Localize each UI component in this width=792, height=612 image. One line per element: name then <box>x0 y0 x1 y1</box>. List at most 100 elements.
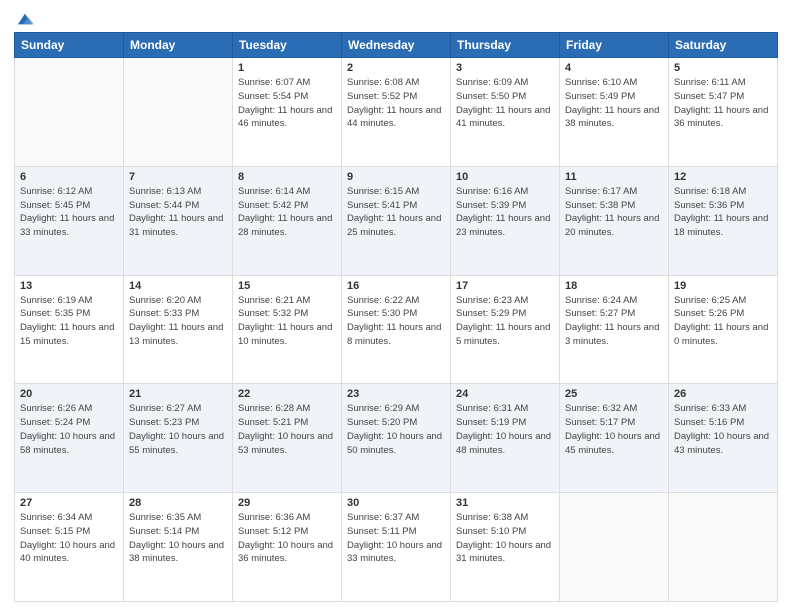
logo-icon <box>16 10 34 28</box>
day-number: 28 <box>129 497 227 509</box>
day-cell: 29 Sunrise: 6:36 AMSunset: 5:12 PMDayligh… <box>233 493 342 602</box>
day-number: 5 <box>674 62 772 74</box>
day-cell: 17 Sunrise: 6:23 AMSunset: 5:29 PMDayligh… <box>451 275 560 384</box>
day-number: 10 <box>456 171 554 183</box>
day-number: 4 <box>565 62 663 74</box>
weekday-header-wednesday: Wednesday <box>342 33 451 58</box>
day-info: Sunrise: 6:35 AMSunset: 5:14 PMDaylight:… <box>129 511 227 566</box>
day-cell: 12Sunrise: 6:18 AMSunset: 5:36 PMDayligh… <box>669 166 778 275</box>
day-number: 17 <box>456 280 554 292</box>
day-cell <box>560 493 669 602</box>
day-number: 1 <box>238 62 336 74</box>
week-row-4: 20Sunrise: 6:26 AMSunset: 5:24 PMDayligh… <box>15 384 778 493</box>
day-cell: 21 Sunrise: 6:27 AMSunset: 5:23 PMDayligh… <box>124 384 233 493</box>
day-cell: 19 Sunrise: 6:25 AMSunset: 5:26 PMDayligh… <box>669 275 778 384</box>
day-number: 19 <box>674 280 772 292</box>
day-number: 30 <box>347 497 445 509</box>
day-info: Sunrise: 6:11 AMSunset: 5:47 PMDaylight:… <box>674 76 772 131</box>
day-cell: 25 Sunrise: 6:32 AMSunset: 5:17 PMDayligh… <box>560 384 669 493</box>
week-row-2: 6 Sunrise: 6:12 AMSunset: 5:45 PMDaylight… <box>15 166 778 275</box>
day-cell <box>669 493 778 602</box>
day-cell: 27Sunrise: 6:34 AMSunset: 5:15 PMDayligh… <box>15 493 124 602</box>
day-number: 24 <box>456 388 554 400</box>
day-info: Sunrise: 6:27 AMSunset: 5:23 PMDaylight:… <box>129 402 227 457</box>
day-cell: 1Sunrise: 6:07 AMSunset: 5:54 PMDaylight… <box>233 58 342 167</box>
day-number: 6 <box>20 171 118 183</box>
day-number: 21 <box>129 388 227 400</box>
day-number: 25 <box>565 388 663 400</box>
week-row-1: 1Sunrise: 6:07 AMSunset: 5:54 PMDaylight… <box>15 58 778 167</box>
day-info: Sunrise: 6:21 AMSunset: 5:32 PMDaylight:… <box>238 294 336 349</box>
day-info: Sunrise: 6:31 AMSunset: 5:19 PMDaylight:… <box>456 402 554 457</box>
day-info: Sunrise: 6:19 AMSunset: 5:35 PMDaylight:… <box>20 294 118 349</box>
day-number: 15 <box>238 280 336 292</box>
day-cell: 26 Sunrise: 6:33 AMSunset: 5:16 PMDayligh… <box>669 384 778 493</box>
day-info: Sunrise: 6:15 AMSunset: 5:41 PMDaylight:… <box>347 185 445 240</box>
day-cell: 3 Sunrise: 6:09 AMSunset: 5:50 PMDaylight… <box>451 58 560 167</box>
day-info: Sunrise: 6:14 AMSunset: 5:42 PMDaylight:… <box>238 185 336 240</box>
day-number: 3 <box>456 62 554 74</box>
day-info: Sunrise: 6:12 AMSunset: 5:45 PMDaylight:… <box>20 185 118 240</box>
day-number: 31 <box>456 497 554 509</box>
day-info: Sunrise: 6:38 AMSunset: 5:10 PMDaylight:… <box>456 511 554 566</box>
day-info: Sunrise: 6:16 AMSunset: 5:39 PMDaylight:… <box>456 185 554 240</box>
day-cell: 2 Sunrise: 6:08 AMSunset: 5:52 PMDaylight… <box>342 58 451 167</box>
day-number: 29 <box>238 497 336 509</box>
weekday-header-row: SundayMondayTuesdayWednesdayThursdayFrid… <box>15 33 778 58</box>
day-cell: 9 Sunrise: 6:15 AMSunset: 5:41 PMDaylight… <box>342 166 451 275</box>
day-number: 14 <box>129 280 227 292</box>
weekday-header-monday: Monday <box>124 33 233 58</box>
day-info: Sunrise: 6:34 AMSunset: 5:15 PMDaylight:… <box>20 511 118 566</box>
day-info: Sunrise: 6:36 AMSunset: 5:12 PMDaylight:… <box>238 511 336 566</box>
day-cell: 28 Sunrise: 6:35 AMSunset: 5:14 PMDayligh… <box>124 493 233 602</box>
page: SundayMondayTuesdayWednesdayThursdayFrid… <box>0 0 792 612</box>
day-number: 11 <box>565 171 663 183</box>
day-cell: 24 Sunrise: 6:31 AMSunset: 5:19 PMDayligh… <box>451 384 560 493</box>
day-info: Sunrise: 6:17 AMSunset: 5:38 PMDaylight:… <box>565 185 663 240</box>
day-info: Sunrise: 6:20 AMSunset: 5:33 PMDaylight:… <box>129 294 227 349</box>
day-cell: 14 Sunrise: 6:20 AMSunset: 5:33 PMDayligh… <box>124 275 233 384</box>
day-cell: 22 Sunrise: 6:28 AMSunset: 5:21 PMDayligh… <box>233 384 342 493</box>
day-info: Sunrise: 6:22 AMSunset: 5:30 PMDaylight:… <box>347 294 445 349</box>
day-info: Sunrise: 6:08 AMSunset: 5:52 PMDaylight:… <box>347 76 445 131</box>
day-cell: 23 Sunrise: 6:29 AMSunset: 5:20 PMDayligh… <box>342 384 451 493</box>
day-cell: 10 Sunrise: 6:16 AMSunset: 5:39 PMDayligh… <box>451 166 560 275</box>
day-info: Sunrise: 6:25 AMSunset: 5:26 PMDaylight:… <box>674 294 772 349</box>
day-cell: 13Sunrise: 6:19 AMSunset: 5:35 PMDayligh… <box>15 275 124 384</box>
weekday-header-saturday: Saturday <box>669 33 778 58</box>
day-number: 26 <box>674 388 772 400</box>
day-number: 9 <box>347 171 445 183</box>
day-number: 8 <box>238 171 336 183</box>
day-number: 22 <box>238 388 336 400</box>
day-info: Sunrise: 6:28 AMSunset: 5:21 PMDaylight:… <box>238 402 336 457</box>
day-number: 2 <box>347 62 445 74</box>
day-cell: 20Sunrise: 6:26 AMSunset: 5:24 PMDayligh… <box>15 384 124 493</box>
day-cell: 31 Sunrise: 6:38 AMSunset: 5:10 PMDayligh… <box>451 493 560 602</box>
week-row-3: 13Sunrise: 6:19 AMSunset: 5:35 PMDayligh… <box>15 275 778 384</box>
day-cell: 6 Sunrise: 6:12 AMSunset: 5:45 PMDaylight… <box>15 166 124 275</box>
day-info: Sunrise: 6:37 AMSunset: 5:11 PMDaylight:… <box>347 511 445 566</box>
day-number: 18 <box>565 280 663 292</box>
logo <box>14 10 34 24</box>
day-info: Sunrise: 6:18 AMSunset: 5:36 PMDaylight:… <box>674 185 772 240</box>
calendar-table: SundayMondayTuesdayWednesdayThursdayFrid… <box>14 32 778 602</box>
day-cell <box>124 58 233 167</box>
day-info: Sunrise: 6:26 AMSunset: 5:24 PMDaylight:… <box>20 402 118 457</box>
day-info: Sunrise: 6:23 AMSunset: 5:29 PMDaylight:… <box>456 294 554 349</box>
day-cell: 18Sunrise: 6:24 AMSunset: 5:27 PMDayligh… <box>560 275 669 384</box>
day-cell: 7Sunrise: 6:13 AMSunset: 5:44 PMDaylight… <box>124 166 233 275</box>
day-number: 23 <box>347 388 445 400</box>
day-number: 16 <box>347 280 445 292</box>
day-info: Sunrise: 6:32 AMSunset: 5:17 PMDaylight:… <box>565 402 663 457</box>
day-number: 7 <box>129 171 227 183</box>
week-row-5: 27Sunrise: 6:34 AMSunset: 5:15 PMDayligh… <box>15 493 778 602</box>
day-info: Sunrise: 6:33 AMSunset: 5:16 PMDaylight:… <box>674 402 772 457</box>
day-cell: 5 Sunrise: 6:11 AMSunset: 5:47 PMDaylight… <box>669 58 778 167</box>
day-cell: 8 Sunrise: 6:14 AMSunset: 5:42 PMDaylight… <box>233 166 342 275</box>
weekday-header-thursday: Thursday <box>451 33 560 58</box>
day-info: Sunrise: 6:29 AMSunset: 5:20 PMDaylight:… <box>347 402 445 457</box>
day-cell: 4Sunrise: 6:10 AMSunset: 5:49 PMDaylight… <box>560 58 669 167</box>
day-cell: 15 Sunrise: 6:21 AMSunset: 5:32 PMDayligh… <box>233 275 342 384</box>
day-info: Sunrise: 6:09 AMSunset: 5:50 PMDaylight:… <box>456 76 554 131</box>
weekday-header-sunday: Sunday <box>15 33 124 58</box>
